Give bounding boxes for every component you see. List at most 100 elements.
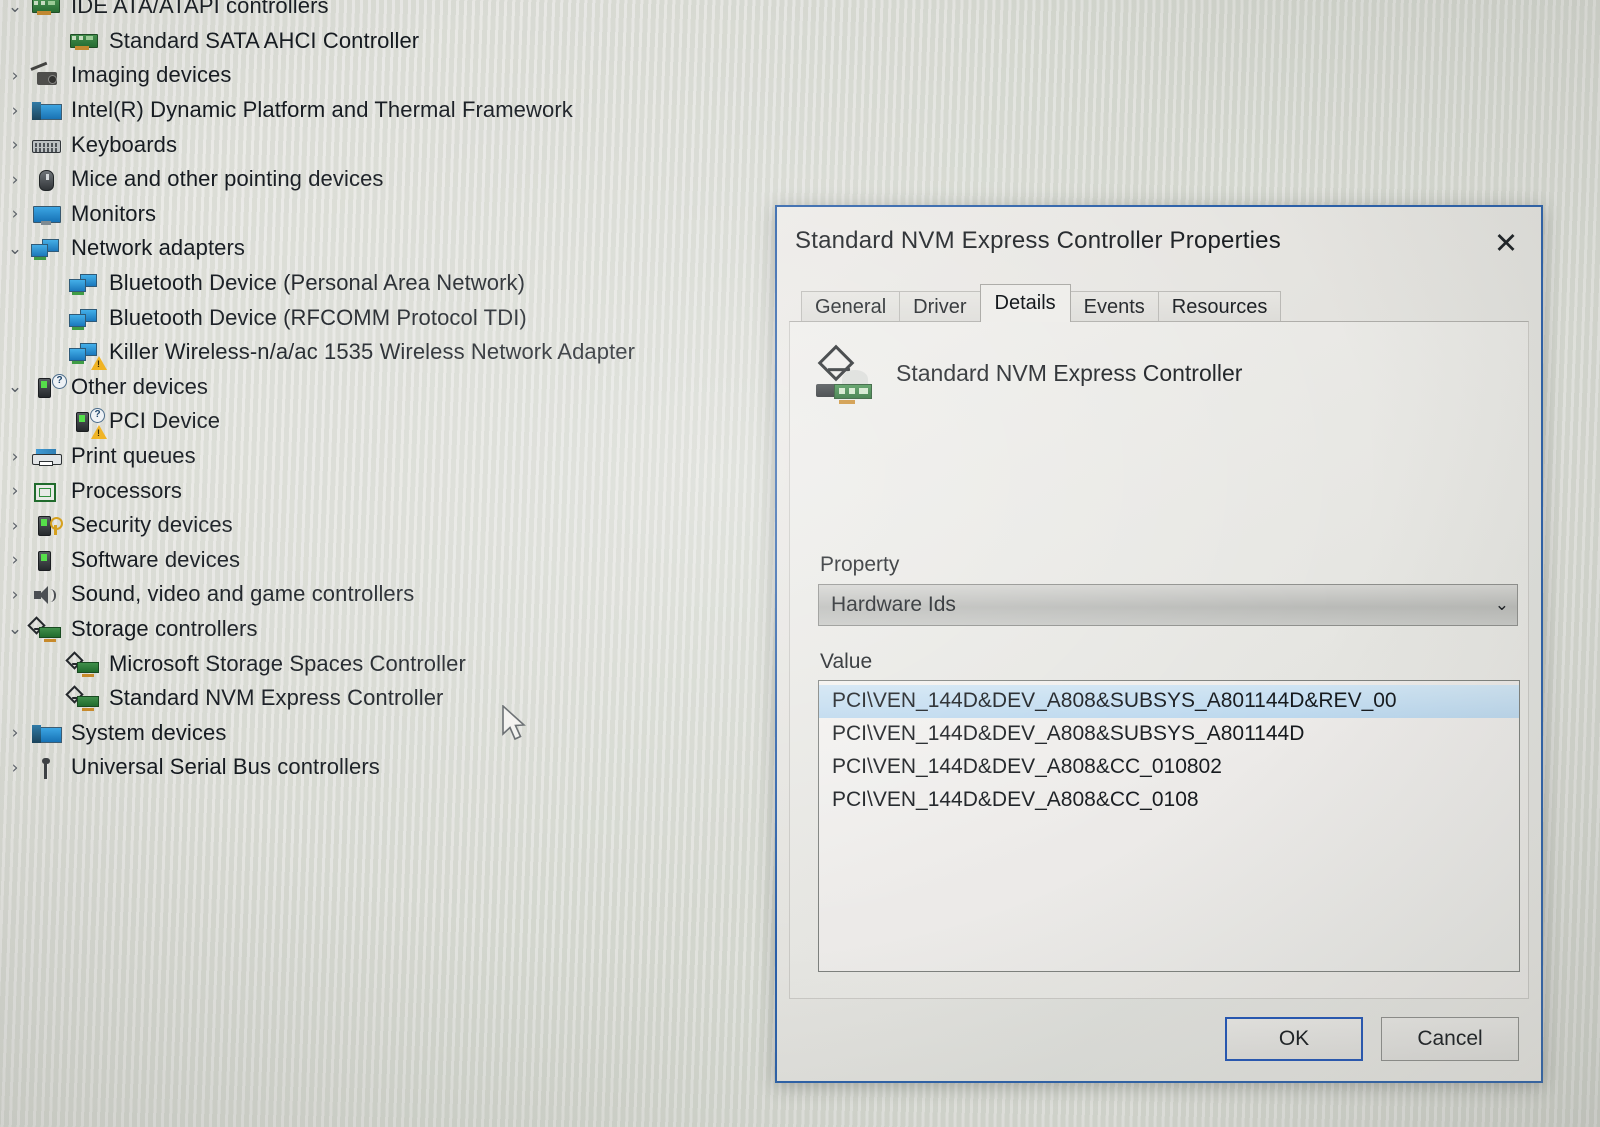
tab-resources[interactable]: Resources xyxy=(1157,291,1282,322)
tree-item[interactable]: ⌄ IDE ATA/ATAPI controllers xyxy=(0,0,760,25)
tree-item[interactable]: Standard SATA AHCI Controller xyxy=(0,25,760,60)
tree-item[interactable]: ⌄? Other devices xyxy=(0,371,760,406)
chevron-right-icon[interactable]: › xyxy=(0,67,30,85)
cancel-button[interactable]: Cancel xyxy=(1381,1017,1519,1061)
chevron-right-icon[interactable]: › xyxy=(0,448,30,466)
printer-icon xyxy=(30,444,64,470)
device-name-label: Standard NVM Express Controller xyxy=(896,359,1243,386)
tree-item-label: PCI Device xyxy=(109,408,221,434)
ok-button[interactable]: OK xyxy=(1225,1017,1363,1061)
pci-card-icon xyxy=(816,344,878,406)
tree-item-label: Bluetooth Device (RFCOMM Protocol TDI) xyxy=(109,304,527,330)
tree-item[interactable]: › Processors xyxy=(0,474,760,509)
system-device-icon xyxy=(30,721,64,747)
chevron-down-icon: ⌄ xyxy=(1494,595,1509,615)
chevron-right-icon[interactable]: › xyxy=(0,102,30,120)
storage-controller-icon xyxy=(65,685,102,712)
software-device-icon xyxy=(30,548,64,574)
network-adapter-icon xyxy=(68,306,102,332)
value-row[interactable]: PCI\VEN_144D&DEV_A808&SUBSYS_A801144D&RE… xyxy=(819,685,1519,718)
tree-item-label: Microsoft Storage Spaces Controller xyxy=(109,650,466,676)
tree-item[interactable]: › Keyboards xyxy=(0,128,760,163)
dialog-button-row: OK Cancel xyxy=(1207,1017,1519,1061)
monitor-icon xyxy=(30,202,64,228)
chevron-right-icon[interactable]: › xyxy=(0,759,30,777)
network-adapter-warning-icon xyxy=(68,340,107,371)
tab-strip[interactable]: General Driver Details Events Resources xyxy=(801,284,1541,322)
tree-item-label: Sound, video and game controllers xyxy=(71,581,415,607)
storage-controller-icon xyxy=(27,616,64,643)
tree-item-label: System devices xyxy=(71,719,227,745)
value-row[interactable]: PCI\VEN_144D&DEV_A808&CC_010802 xyxy=(819,751,1519,784)
tree-item[interactable]: › Software devices xyxy=(0,544,760,579)
value-list[interactable]: PCI\VEN_144D&DEV_A808&SUBSYS_A801144D&RE… xyxy=(818,680,1520,972)
tree-item-label: Software devices xyxy=(71,546,241,572)
chevron-right-icon[interactable]: › xyxy=(0,171,30,189)
value-row[interactable]: PCI\VEN_144D&DEV_A808&SUBSYS_A801144D xyxy=(819,718,1519,751)
tree-item-label: Network adapters xyxy=(71,235,246,261)
tree-item-label: Print queues xyxy=(71,443,196,469)
network-adapter-icon xyxy=(30,236,64,262)
tree-item-label: Other devices xyxy=(71,373,209,399)
mouse-icon xyxy=(30,167,64,193)
tree-item[interactable]: ⌄ Storage controllers xyxy=(0,613,760,648)
tree-item[interactable]: Microsoft Storage Spaces Controller xyxy=(0,647,760,682)
device-tree[interactable]: ⌄ IDE ATA/ATAPI controllers Standard SATA … xyxy=(0,0,760,786)
tab-details[interactable]: Details xyxy=(979,284,1071,322)
tree-item-label: Intel(R) Dynamic Platform and Thermal Fr… xyxy=(71,97,573,123)
tree-item-label: Monitors xyxy=(71,200,157,226)
tab-driver[interactable]: Driver xyxy=(899,291,981,322)
property-dropdown[interactable]: Hardware Ids ⌄ xyxy=(818,584,1518,626)
ide-controller-icon xyxy=(30,0,64,20)
tree-item[interactable]: ?PCI Device xyxy=(0,405,760,440)
chevron-right-icon[interactable]: › xyxy=(0,137,30,154)
security-device-icon xyxy=(30,513,64,539)
tree-item[interactable]: Killer Wireless-n/a/ac 1535 Wireless Net… xyxy=(0,336,760,371)
tree-item-label: Bluetooth Device (Personal Area Network) xyxy=(109,270,526,296)
system-device-icon xyxy=(30,98,64,124)
chevron-right-icon[interactable]: › xyxy=(0,586,30,604)
chevron-down-icon[interactable]: ⌄ xyxy=(0,240,30,258)
device-properties-dialog: Standard NVM Express Controller Properti… xyxy=(775,205,1543,1083)
tree-item[interactable]: › Print queues xyxy=(0,440,760,475)
tree-item[interactable]: Bluetooth Device (RFCOMM Protocol TDI) xyxy=(0,301,760,336)
chevron-right-icon[interactable]: › xyxy=(0,483,30,500)
tree-item[interactable]: › Monitors xyxy=(0,198,760,233)
tree-item[interactable]: › Sound, video and game controllers xyxy=(0,578,760,613)
tab-events[interactable]: Events xyxy=(1069,291,1159,322)
tree-item[interactable]: › Intel(R) Dynamic Platform and Thermal F… xyxy=(0,94,760,129)
tree-item-label: Standard SATA AHCI Controller xyxy=(109,27,420,53)
tree-item[interactable]: › Security devices xyxy=(0,509,760,544)
close-icon[interactable]: ✕ xyxy=(1485,225,1527,263)
tree-item-label: Killer Wireless-n/a/ac 1535 Wireless Net… xyxy=(109,339,636,365)
speaker-icon xyxy=(30,582,64,608)
tree-item-label: Storage controllers xyxy=(71,615,258,641)
chevron-down-icon[interactable]: ⌄ xyxy=(0,0,30,16)
tree-item[interactable]: Bluetooth Device (Personal Area Network) xyxy=(0,267,760,302)
chevron-down-icon[interactable]: ⌄ xyxy=(0,621,30,638)
unknown-device-icon: ? xyxy=(30,373,67,401)
dialog-title: Standard NVM Express Controller Properti… xyxy=(795,227,1281,254)
tree-item[interactable]: › Imaging devices xyxy=(0,59,760,94)
tree-item-label: Universal Serial Bus controllers xyxy=(71,754,380,780)
tree-item[interactable]: › System devices xyxy=(0,716,760,751)
property-selected-value: Hardware Ids xyxy=(831,593,956,616)
storage-controller-icon xyxy=(65,650,102,678)
device-header: Standard NVM Express Controller xyxy=(816,344,1243,406)
tree-item[interactable]: Standard NVM Express Controller xyxy=(0,682,760,717)
tree-item[interactable]: › Universal Serial Bus controllers xyxy=(0,751,760,786)
processor-icon xyxy=(30,479,64,505)
tree-item[interactable]: › Mice and other pointing devices xyxy=(0,163,760,198)
chevron-right-icon[interactable]: › xyxy=(0,206,30,223)
value-row[interactable]: PCI\VEN_144D&DEV_A808&CC_0108 xyxy=(819,784,1519,817)
chevron-down-icon[interactable]: ⌄ xyxy=(0,379,30,396)
details-tab-page: Standard NVM Express Controller Property… xyxy=(789,321,1529,999)
tab-general[interactable]: General xyxy=(801,291,901,322)
tree-item-label: Mice and other pointing devices xyxy=(71,166,384,192)
tree-item-label: Keyboards xyxy=(71,131,178,157)
network-adapter-icon xyxy=(68,271,102,297)
chevron-right-icon[interactable]: › xyxy=(0,552,30,569)
chevron-right-icon[interactable]: › xyxy=(0,725,30,742)
tree-item[interactable]: ⌄ Network adapters xyxy=(0,232,760,267)
chevron-right-icon[interactable]: › xyxy=(0,517,30,535)
